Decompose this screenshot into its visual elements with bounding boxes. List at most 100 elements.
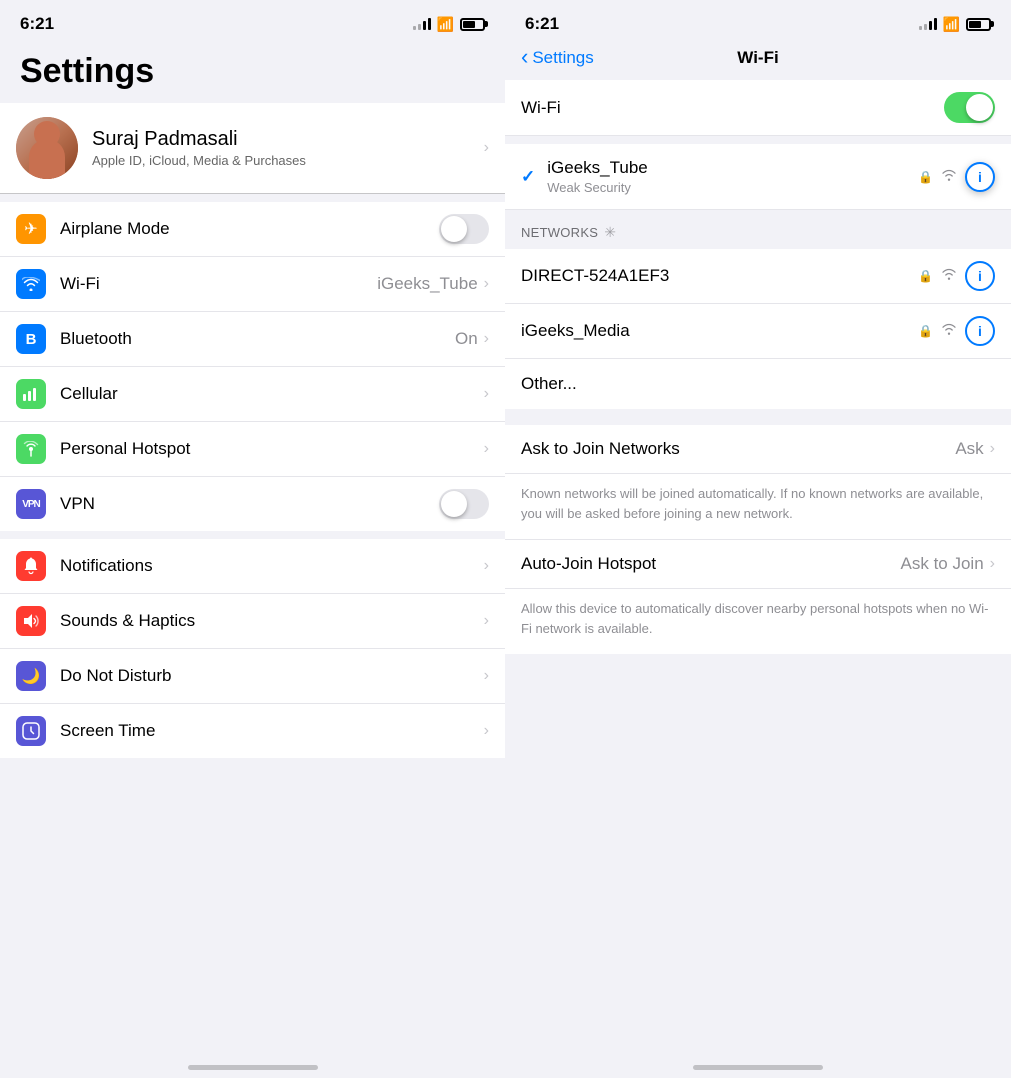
wifi-item[interactable]: Wi-Fi iGeeks_Tube ›	[0, 257, 505, 312]
connected-network-security: Weak Security	[547, 180, 918, 195]
network-list: DIRECT-524A1EF3 🔒 i iGeeks_Media	[505, 249, 1011, 409]
network-info-button[interactable]: i	[965, 316, 995, 346]
profile-subtitle: Apple ID, iCloud, Media & Purchases	[92, 153, 470, 168]
sounds-chevron: ›	[484, 612, 489, 630]
network-item[interactable]: DIRECT-524A1EF3 🔒 i	[505, 249, 1011, 304]
ask-to-join-description: Known networks will be joined automatica…	[505, 474, 1011, 539]
ask-to-join-section: Ask to Join Networks Ask › Known network…	[505, 425, 1011, 539]
network-name: iGeeks_Media	[521, 321, 918, 341]
loading-icon: ✳	[604, 224, 616, 241]
screentime-chevron: ›	[484, 722, 489, 740]
auto-join-chevron: ›	[990, 555, 995, 573]
back-label: Settings	[532, 48, 593, 68]
battery-icon-right	[966, 18, 991, 31]
wifi-toggle-row[interactable]: Wi-Fi	[505, 80, 1011, 136]
settings-title-section: Settings	[0, 42, 505, 103]
dnd-item[interactable]: 🌙 Do Not Disturb ›	[0, 649, 505, 704]
wifi-status-icon: 📶	[437, 16, 454, 33]
network-lock-icon: 🔒	[918, 324, 933, 338]
network-info-button[interactable]: i	[965, 261, 995, 291]
networks-section-header: NETWORKS ✳	[505, 210, 1011, 249]
screentime-icon	[16, 716, 46, 746]
ask-to-join-chevron: ›	[990, 440, 995, 458]
vpn-item[interactable]: VPN VPN	[0, 477, 505, 531]
wifi-label: Wi-Fi	[60, 274, 377, 294]
auto-join-description: Allow this device to automatically disco…	[505, 589, 1011, 654]
hotspot-icon	[16, 434, 46, 464]
back-chevron-icon: ‹	[521, 46, 528, 68]
status-icons-left: 📶	[413, 16, 485, 33]
profile-row[interactable]: Suraj Padmasali Apple ID, iCloud, Media …	[0, 103, 505, 194]
connected-network-item[interactable]: ✓ iGeeks_Tube Weak Security 🔒 i	[505, 144, 1011, 210]
time-left: 6:21	[20, 14, 54, 34]
vpn-icon: VPN	[16, 489, 46, 519]
cellular-label: Cellular	[60, 384, 484, 404]
connected-network-info: iGeeks_Tube Weak Security	[547, 158, 918, 195]
ask-to-join-row[interactable]: Ask to Join Networks Ask ›	[505, 425, 1011, 474]
network-signal-icon	[941, 322, 957, 340]
airplane-mode-item[interactable]: ✈ Airplane Mode	[0, 202, 505, 257]
nav-bar: ‹ Settings Wi-Fi	[505, 42, 1011, 80]
system-group: Notifications › Sounds & Haptics › 🌙 Do …	[0, 539, 505, 758]
wifi-value: iGeeks_Tube	[377, 274, 477, 294]
lock-icon: 🔒	[918, 170, 933, 184]
network-item[interactable]: iGeeks_Media 🔒 i	[505, 304, 1011, 359]
status-bar-right: 6:21 📶	[505, 0, 1011, 42]
status-bar-left: 6:21 📶	[0, 0, 505, 42]
connectivity-group: ✈ Airplane Mode Wi-Fi iGeeks_Tube › B	[0, 202, 505, 531]
auto-join-label: Auto-Join Hotspot	[521, 554, 901, 574]
ask-to-join-label: Ask to Join Networks	[521, 439, 955, 459]
bluetooth-chevron: ›	[484, 330, 489, 348]
bluetooth-item[interactable]: B Bluetooth On ›	[0, 312, 505, 367]
vpn-toggle[interactable]	[439, 489, 489, 519]
connected-info-button[interactable]: i	[965, 162, 995, 192]
connected-network-section: ✓ iGeeks_Tube Weak Security 🔒 i	[505, 144, 1011, 210]
page-title: Wi-Fi	[737, 48, 778, 68]
cellular-icon	[16, 379, 46, 409]
screentime-item[interactable]: Screen Time ›	[0, 704, 505, 758]
checkmark-icon: ✓	[521, 167, 535, 187]
cellular-item[interactable]: Cellular ›	[0, 367, 505, 422]
signal-icon-right	[919, 18, 937, 30]
home-indicator-right	[693, 1065, 823, 1070]
dnd-chevron: ›	[484, 667, 489, 685]
wifi-toggle[interactable]	[944, 92, 995, 123]
notifications-label: Notifications	[60, 556, 484, 576]
notifications-icon	[16, 551, 46, 581]
notifications-item[interactable]: Notifications ›	[0, 539, 505, 594]
connected-network-name: iGeeks_Tube	[547, 158, 918, 178]
wifi-signal-icon	[941, 169, 957, 184]
info-icon: i	[978, 323, 982, 339]
ask-to-join-value: Ask	[955, 439, 983, 459]
auto-join-section: Auto-Join Hotspot Ask to Join › Allow th…	[505, 539, 1011, 654]
profile-name: Suraj Padmasali	[92, 128, 470, 151]
network-icons: 🔒 i	[918, 261, 995, 291]
screentime-label: Screen Time	[60, 721, 484, 741]
auto-join-value: Ask to Join	[901, 554, 984, 574]
time-right: 6:21	[525, 14, 559, 34]
network-lock-icon: 🔒	[918, 269, 933, 283]
back-button[interactable]: ‹ Settings	[521, 48, 594, 68]
other-network-item[interactable]: Other...	[505, 359, 1011, 409]
wifi-panel: 6:21 📶 ‹ Settings Wi-Fi Wi-Fi ✓ iG	[505, 0, 1011, 1078]
status-icons-right: 📶	[919, 16, 991, 33]
hotspot-chevron: ›	[484, 440, 489, 458]
airplane-toggle[interactable]	[439, 214, 489, 244]
wifi-toggle-label: Wi-Fi	[521, 98, 944, 118]
sounds-icon	[16, 606, 46, 636]
wifi-icon	[16, 269, 46, 299]
network-icons: 🔒 i	[918, 316, 995, 346]
hotspot-item[interactable]: Personal Hotspot ›	[0, 422, 505, 477]
wifi-chevron: ›	[484, 275, 489, 293]
auto-join-row[interactable]: Auto-Join Hotspot Ask to Join ›	[505, 539, 1011, 589]
wifi-status-icon-right: 📶	[943, 16, 960, 33]
sounds-item[interactable]: Sounds & Haptics ›	[0, 594, 505, 649]
bluetooth-value: On	[455, 329, 478, 349]
settings-heading: Settings	[20, 52, 485, 91]
avatar	[16, 117, 78, 179]
battery-icon	[460, 18, 485, 31]
vpn-label: VPN	[60, 494, 439, 514]
info-icon: i	[978, 169, 982, 185]
bluetooth-label: Bluetooth	[60, 329, 455, 349]
connected-network-icons: 🔒 i	[918, 162, 995, 192]
